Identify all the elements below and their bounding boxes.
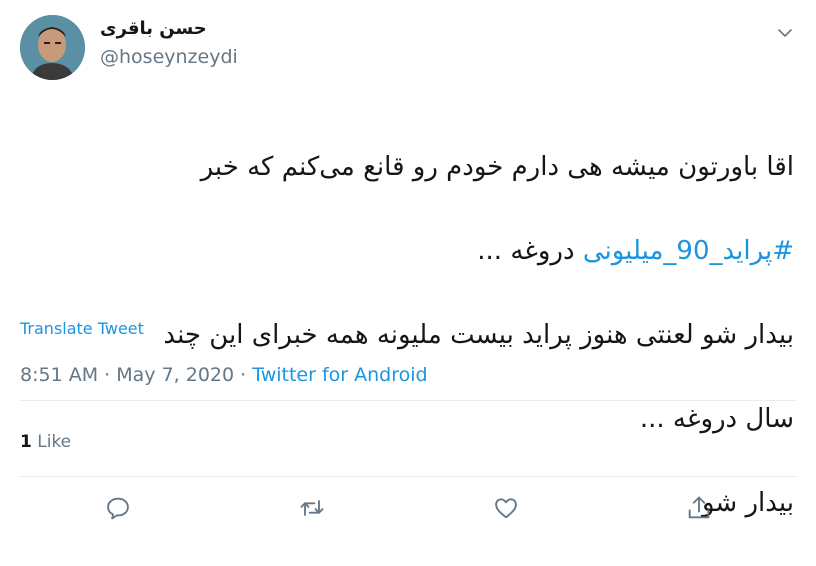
share-button[interactable]	[685, 494, 713, 522]
translate-tweet-link[interactable]: Translate Tweet	[20, 319, 144, 338]
tweet-line-2-text: دروغه ...	[477, 236, 583, 266]
meta-separator: ·	[104, 364, 111, 386]
tweet-line-4: سال دروغه ...	[639, 404, 794, 434]
divider	[20, 476, 796, 477]
tweet-meta: 8:51 AM · May 7, 2020 · Twitter for Andr…	[20, 364, 428, 386]
author-handle[interactable]: @hoseynzeydi	[100, 46, 238, 68]
reply-button[interactable]	[104, 494, 132, 522]
tweet-time[interactable]: 8:51 AM	[20, 364, 98, 386]
hashtag-link[interactable]: #پراید_90_میلیونی	[583, 236, 794, 266]
more-options-button[interactable]	[774, 22, 796, 44]
meta-separator: ·	[240, 364, 247, 386]
divider	[20, 400, 796, 401]
reply-icon	[107, 497, 129, 520]
tweet-date[interactable]: May 7, 2020	[116, 364, 234, 386]
author-display-name[interactable]: حسن باقری	[100, 18, 207, 39]
retweet-icon	[300, 500, 324, 516]
likes-count[interactable]: 1 Like	[20, 432, 71, 452]
likes-number: 1	[20, 432, 32, 452]
chevron-down-icon	[778, 29, 792, 37]
avatar-photo	[20, 15, 85, 80]
tweet-source-link[interactable]: Twitter for Android	[252, 364, 427, 386]
tweet-line-1: اقا باورتون میشه هی دارم خودم رو قانع می…	[200, 152, 794, 182]
heart-icon	[495, 498, 517, 519]
avatar[interactable]	[20, 15, 85, 80]
share-icon	[688, 496, 710, 519]
likes-label: Like	[37, 432, 72, 452]
tweet-line-2: #پراید_90_میلیونی دروغه ...	[14, 230, 794, 272]
like-button[interactable]	[492, 494, 520, 522]
retweet-button[interactable]	[298, 494, 326, 522]
